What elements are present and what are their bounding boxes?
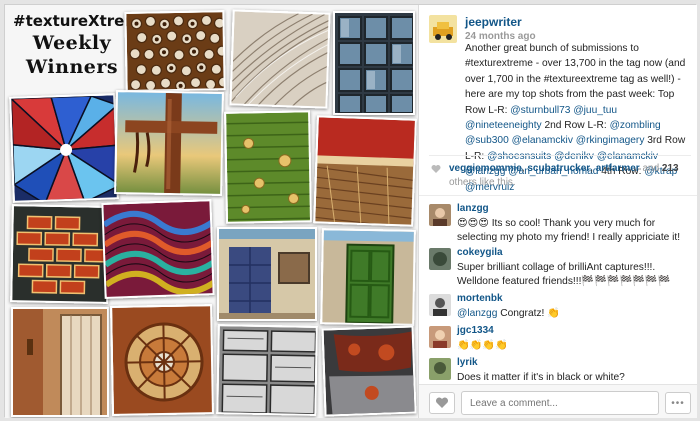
photo-tile-feather	[229, 9, 331, 109]
commenter-avatar[interactable]	[429, 294, 451, 316]
page-background: #textureXtreme Weekly Winners jeepwriter…	[0, 0, 700, 421]
liker-3[interactable]: artfarmer	[596, 163, 640, 174]
ellipsis-icon: •••	[671, 397, 685, 409]
photo-tile-blue-door	[217, 227, 317, 321]
commenter-name[interactable]: lanzgg	[457, 202, 691, 217]
comment-text: Super brilliant collage of brilliAnt cap…	[457, 261, 671, 288]
photo-tile-shattered-paint	[9, 93, 119, 203]
photo-tile-red-hay	[313, 115, 417, 227]
post-card: #textureXtreme Weekly Winners jeepwriter…	[4, 4, 697, 418]
photo-tile-pipes	[124, 10, 226, 92]
comment-bar: •••	[419, 384, 697, 418]
author-avatar[interactable]	[429, 15, 457, 43]
commenter-name[interactable]: cokeygila	[457, 246, 691, 261]
commenter-avatar[interactable]	[429, 248, 451, 270]
comment-item: mortenbk @lanzgg Congratz! 👏	[429, 292, 691, 321]
more-options-button[interactable]: •••	[665, 392, 691, 414]
post-sidebar: jeepwriter 24 months ago Another great b…	[419, 5, 697, 418]
comment-text: Does it matter if it's in black or white…	[457, 371, 625, 383]
commenter-avatar[interactable]	[429, 358, 451, 380]
photo-tile-green-door	[320, 228, 416, 326]
photo-tile-wooden-door	[11, 307, 109, 417]
collage-image[interactable]: #textureXtreme Weekly Winners	[5, 5, 419, 418]
comment-text: 👏👏👏👏	[457, 339, 508, 351]
liker-1[interactable]: veggiemommie	[449, 163, 522, 174]
comment-text: 😍😍😍 Its so cool! Thank you very much for…	[457, 217, 681, 244]
comment-item: cokeygila Super brilliant collage of bri…	[429, 246, 691, 290]
commenter-name[interactable]: jgc1334	[457, 324, 691, 339]
photo-tile-window-grid	[333, 11, 415, 115]
photo-tile-green-fabric	[224, 110, 312, 224]
comment-item: jgc1334 👏👏👏👏	[429, 324, 691, 353]
photo-tile-brick-wall	[10, 204, 110, 304]
collage-hashtag: #textureXtreme	[13, 12, 151, 30]
collage-title: #textureXtreme Weekly Winners	[13, 11, 151, 93]
caption-mention[interactable]: @nineteeneighty	[465, 120, 542, 131]
comment-list: lanzgg 😍😍😍 Its so cool! Thank you very m…	[419, 195, 697, 383]
like-count[interactable]: 213	[662, 163, 679, 174]
comment-item: lyrik Does it matter if it's in black or…	[429, 356, 691, 385]
commenter-avatar[interactable]	[429, 204, 451, 226]
liker-2[interactable]: scubatrucker	[527, 163, 590, 174]
caption-text: 2nd Row L-R:	[541, 120, 610, 132]
comment-text: Congratz! 👏	[497, 307, 560, 319]
author-username[interactable]: jeepwriter	[465, 15, 536, 29]
caption-mention[interactable]: @sturnbull73	[510, 105, 570, 116]
commenter-name[interactable]: mortenbk	[457, 292, 691, 307]
like-button[interactable]	[429, 392, 455, 414]
collage-title-winners: Winners	[25, 56, 119, 78]
caption-mention[interactable]: @rkingimagery	[576, 135, 645, 146]
photo-tile-rusty-metal	[321, 325, 417, 417]
heart-icon	[435, 397, 449, 408]
photo-tile-rusty-cross	[114, 90, 224, 196]
comment-item: lanzgg 😍😍😍 Its so cool! Thank you very m…	[429, 202, 691, 246]
commenter-name[interactable]: lyrik	[457, 356, 691, 371]
caption-mention[interactable]: @juu_tuu	[573, 105, 617, 116]
heart-icon	[431, 164, 441, 174]
caption-mention[interactable]: @elanamckiv	[512, 135, 573, 146]
caption-mention[interactable]: @sub300	[465, 135, 509, 146]
comment-input[interactable]	[461, 391, 659, 415]
photo-tile-mosaic-wheel	[110, 304, 214, 416]
commenter-avatar[interactable]	[429, 326, 451, 348]
photo-tile-bw-wood	[216, 324, 318, 416]
comment-mention[interactable]: @lanzgg	[457, 308, 497, 319]
caption-mention[interactable]: @zombling	[610, 120, 661, 131]
photo-tile-painted-swirls	[101, 199, 215, 299]
likes-summary: veggiemommie, scubatrucker, artfarmer an…	[429, 155, 691, 190]
collage-title-weekly: Weekly	[32, 32, 112, 54]
